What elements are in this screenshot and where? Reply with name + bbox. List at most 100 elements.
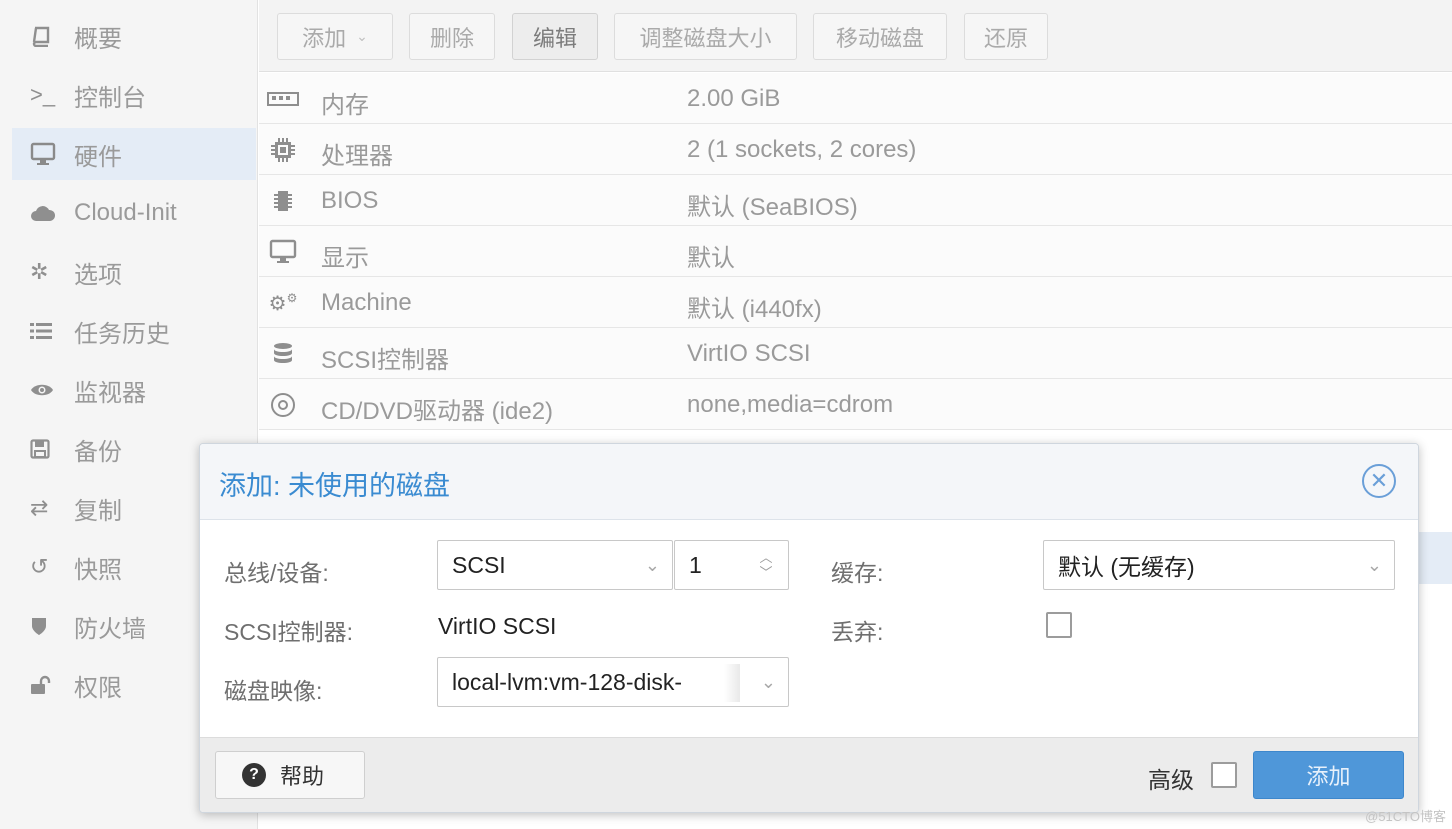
device-number-value: 1 [689, 551, 702, 578]
cdrom-icon [265, 391, 301, 419]
bus-select[interactable]: SCSI ⌄ [437, 540, 673, 590]
nav-item-options[interactable]: ✲ 选项 [12, 246, 256, 298]
resize-label: 调整磁盘大小 [639, 25, 772, 51]
nav-label: 备份 [74, 438, 122, 466]
hardware-row-cpu[interactable]: 处理器 2 (1 sockets, 2 cores) [259, 124, 1452, 175]
hardware-row-cdrom[interactable]: CD/DVD驱动器 (ide2) none,media=cdrom [259, 379, 1452, 430]
desktop-icon [265, 238, 301, 266]
remove-label: 删除 [429, 25, 474, 51]
gear-icon: ✲ [30, 259, 49, 284]
chevron-down-icon: ⌄ [356, 28, 368, 44]
nav-item-monitor[interactable]: 监视器 [12, 364, 256, 416]
unlock-icon [30, 672, 60, 698]
move-label: 移动磁盘 [835, 25, 924, 51]
hardware-toolbar: 添加 ⌄ 删除 编辑 调整磁盘大小 移动磁盘 还原 [259, 0, 1452, 72]
cloud-icon [30, 200, 60, 226]
cpu-icon [265, 136, 301, 164]
memory-icon [265, 85, 301, 113]
disk-image-label: 磁盘映像: [224, 678, 323, 704]
add-label: 添加 [302, 25, 347, 51]
revert-label: 还原 [983, 25, 1028, 51]
nav-item-task-history[interactable]: 任务历史 [12, 305, 256, 357]
device-number-stepper[interactable]: 1 ︿ ﹀ [674, 540, 789, 590]
nav-label: 控制台 [74, 84, 146, 112]
add-hardware-button[interactable]: 添加 ⌄ [277, 13, 393, 60]
help-label: 帮助 [280, 764, 325, 789]
nav-label: 快照 [74, 556, 122, 584]
hardware-name: 处理器 [321, 143, 393, 170]
database-icon [265, 340, 301, 368]
spinner-arrows-icon[interactable]: ︿ ﹀ [756, 545, 776, 585]
retweet-icon: ⇄ [30, 495, 49, 520]
hardware-value: VirtIO SCSI [687, 340, 811, 367]
nav-label: 选项 [74, 261, 122, 289]
desktop-icon [30, 141, 60, 167]
cache-select[interactable]: 默认 (无缓存) ⌄ [1043, 540, 1395, 590]
hardware-name: SCSI控制器 [321, 347, 450, 374]
nav-item-summary[interactable]: 概要 [12, 10, 256, 62]
hardware-row-machine[interactable]: ⚙ ⚙ Machine 默认 (i440fx) [259, 277, 1452, 328]
nav-label: 任务历史 [74, 320, 170, 348]
dialog-footer: ? 帮助 高级 添加 [200, 737, 1418, 812]
remove-button[interactable]: 删除 [409, 13, 495, 60]
help-button[interactable]: ? 帮助 [215, 751, 365, 799]
cogs-icon: ⚙ ⚙ [268, 291, 298, 315]
hardware-value: none,media=cdrom [687, 391, 894, 418]
history-icon: ↺ [30, 554, 49, 579]
terminal-icon: >_ [30, 82, 56, 107]
hardware-row-memory[interactable]: 内存 2.00 GiB [259, 73, 1452, 124]
disk-image-select[interactable]: local-lvm:vm-128-disk- ⌄ [437, 657, 789, 707]
advanced-label: 高级 [1148, 767, 1194, 793]
microchip-icon [265, 187, 301, 215]
hardware-row-bios[interactable]: BIOS 默认 (SeaBIOS) [259, 175, 1452, 226]
cache-value: 默认 (无缓存) [1058, 554, 1195, 580]
chevron-down-icon: ⌄ [1366, 555, 1382, 575]
hardware-name: 显示 [321, 245, 369, 272]
dialog-header: 添加: 未使用的磁盘 ✕ [200, 444, 1418, 520]
scsi-controller-value: VirtIO SCSI [438, 613, 557, 639]
resize-disk-button[interactable]: 调整磁盘大小 [614, 13, 797, 60]
revert-button[interactable]: 还原 [964, 13, 1048, 60]
discard-checkbox[interactable] [1046, 612, 1072, 638]
edit-button[interactable]: 编辑 [512, 13, 598, 60]
nav-label: 复制 [74, 497, 122, 525]
hardware-name: 内存 [321, 92, 369, 119]
hardware-value: 2 (1 sockets, 2 cores) [687, 136, 917, 163]
advanced-checkbox[interactable] [1211, 762, 1237, 788]
list-icon [30, 318, 60, 344]
scsi-controller-label: SCSI控制器: [224, 619, 354, 645]
hardware-value: 默认 (i440fx) [687, 296, 822, 323]
hardware-value: 默认 [687, 245, 735, 272]
nav-item-cloud-init[interactable]: Cloud-Init [12, 187, 256, 239]
nav-label: 监视器 [74, 379, 146, 407]
close-icon[interactable]: ✕ [1362, 464, 1396, 498]
nav-label: 概要 [74, 25, 122, 53]
hardware-name: BIOS [321, 187, 379, 214]
text-fade [724, 664, 740, 702]
discard-label: 丢弃: [831, 619, 884, 645]
dialog-title: 添加: 未使用的磁盘 [219, 471, 451, 501]
nav-label: 权限 [74, 674, 122, 702]
hardware-row-display[interactable]: 显示 默认 [259, 226, 1452, 277]
add-unused-disk-dialog: 添加: 未使用的磁盘 ✕ 总线/设备: SCSI ⌄ 1 ︿ ﹀ SCSI控制器:… [199, 443, 1419, 813]
eye-icon [30, 377, 60, 403]
nav-item-console[interactable]: >_ 控制台 [12, 69, 256, 121]
chevron-down-icon: ⌄ [760, 672, 776, 692]
nav-item-hardware[interactable]: 硬件 [12, 128, 256, 180]
watermark: @51CTO博客 [1365, 809, 1446, 824]
add-disk-submit-button[interactable]: 添加 [1253, 751, 1404, 799]
disk-image-value: local-lvm:vm-128-disk- [452, 668, 683, 695]
cache-label: 缓存: [831, 560, 884, 586]
edit-label: 编辑 [532, 25, 577, 51]
nav-label: Cloud-Init [74, 199, 177, 226]
floppy-icon [30, 436, 60, 462]
nav-label: 硬件 [74, 143, 122, 171]
book-icon [30, 23, 60, 49]
shield-icon [30, 613, 60, 639]
move-disk-button[interactable]: 移动磁盘 [813, 13, 947, 60]
bus-device-label: 总线/设备: [224, 560, 329, 586]
hardware-value: 2.00 GiB [687, 85, 781, 112]
submit-label: 添加 [1306, 764, 1351, 789]
hardware-row-scsi-controller[interactable]: SCSI控制器 VirtIO SCSI [259, 328, 1452, 379]
chevron-down-icon: ⌄ [644, 555, 660, 575]
